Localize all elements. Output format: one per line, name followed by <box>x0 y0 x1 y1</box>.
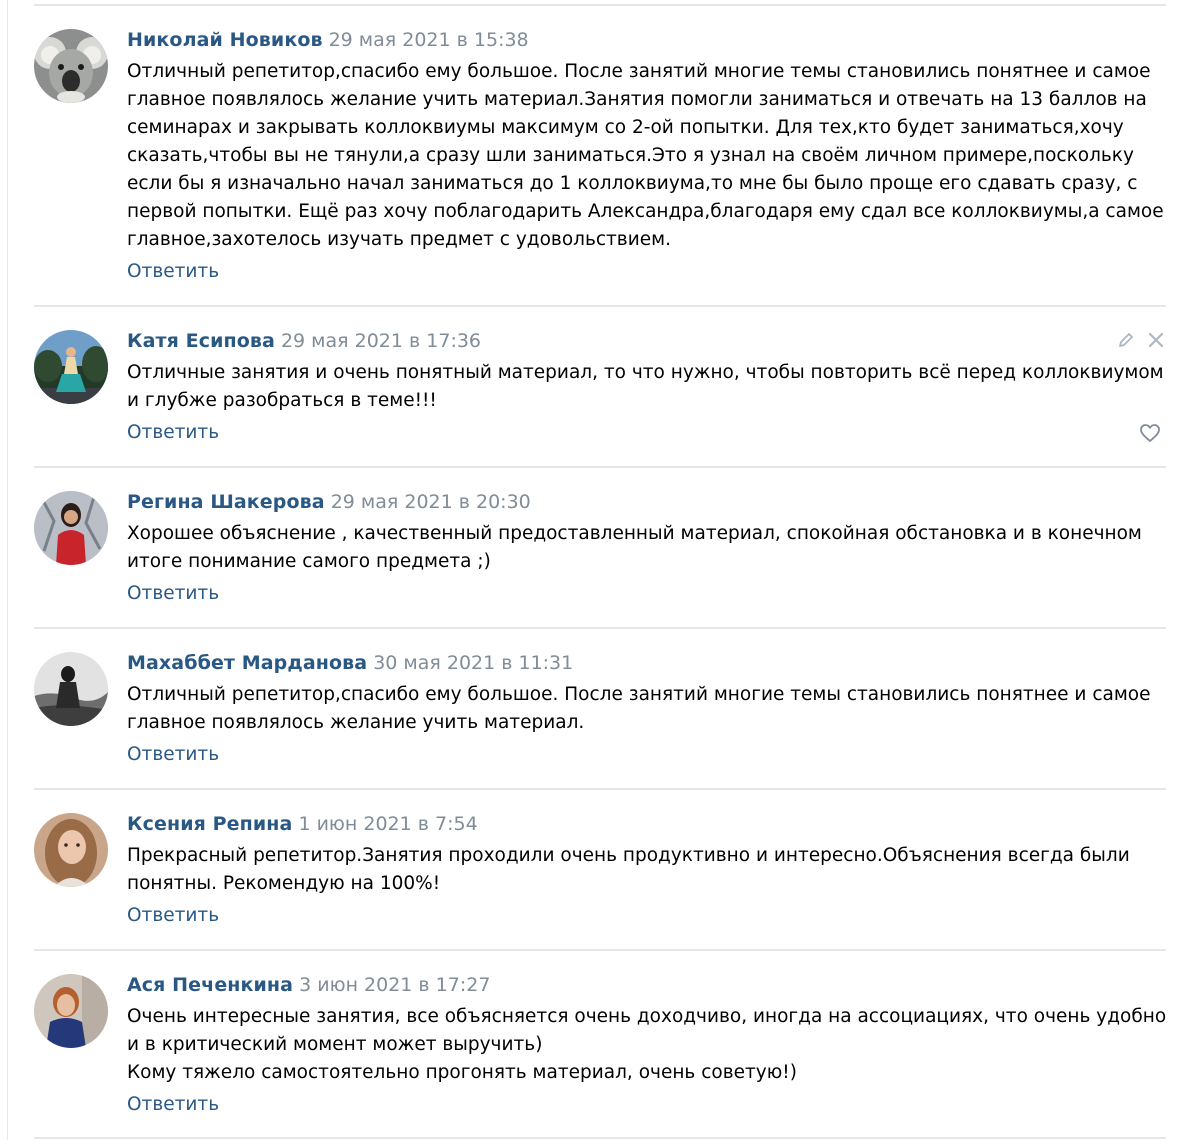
author-name[interactable]: Ксения Репина <box>127 813 292 835</box>
author-name[interactable]: Махаббет Марданова <box>127 652 367 674</box>
comment-text: Прекрасный репетитор.Занятия проходили о… <box>127 845 1136 894</box>
avatar[interactable] <box>34 330 108 404</box>
comment-date[interactable]: 29 мая 2021 в 15:38 <box>329 29 529 51</box>
divider <box>34 949 1166 951</box>
comment-date[interactable]: 29 мая 2021 в 17:36 <box>281 330 481 352</box>
avatar[interactable] <box>34 491 108 565</box>
reply-link[interactable]: Ответить <box>127 582 219 606</box>
divider <box>34 4 1166 6</box>
reply-link[interactable]: Ответить <box>127 421 219 445</box>
comment-header: Ася Печенкина 3 июн 2021 в 17:27 <box>127 973 490 997</box>
comment-header: Махаббет Марданова 30 мая 2021 в 11:31 <box>127 651 573 675</box>
author-name[interactable]: Регина Шакерова <box>127 491 325 513</box>
avatar[interactable] <box>34 974 108 1048</box>
reply-link[interactable]: Ответить <box>127 904 219 928</box>
divider <box>34 1137 1166 1139</box>
reply-link[interactable]: Ответить <box>127 1093 219 1117</box>
comment-header: Николай Новиков 29 мая 2021 в 15:38 <box>127 28 529 52</box>
page-left-border <box>7 0 8 1140</box>
close-icon[interactable] <box>1147 331 1165 349</box>
comment-date[interactable]: 3 июн 2021 в 17:27 <box>299 974 490 996</box>
comment-date[interactable]: 29 мая 2021 в 20:30 <box>331 491 531 513</box>
divider <box>34 627 1166 629</box>
divider <box>34 305 1166 307</box>
heart-icon[interactable] <box>1139 422 1161 444</box>
divider <box>34 466 1166 468</box>
author-name[interactable]: Ася Печенкина <box>127 974 293 996</box>
comment-date[interactable]: 30 мая 2021 в 11:31 <box>373 652 573 674</box>
divider <box>34 788 1166 790</box>
reply-link[interactable]: Ответить <box>127 743 219 767</box>
comment-text: Отличный репетитор,спасибо ему большое. … <box>127 684 1157 733</box>
comment-text: Отличный репетитор,спасибо ему большое. … <box>127 61 1170 250</box>
author-name[interactable]: Николай Новиков <box>127 29 323 51</box>
reply-link[interactable]: Ответить <box>127 260 219 284</box>
comment-text: Хорошее объяснение , качественный предос… <box>127 523 1148 572</box>
avatar[interactable] <box>34 813 108 887</box>
comment-date[interactable]: 1 июн 2021 в 7:54 <box>298 813 477 835</box>
pencil-icon[interactable] <box>1117 331 1135 349</box>
comment-header: Регина Шакерова 29 мая 2021 в 20:30 <box>127 490 531 514</box>
avatar[interactable] <box>34 652 108 726</box>
avatar[interactable] <box>34 29 108 103</box>
comment-header: Ксения Репина 1 июн 2021 в 7:54 <box>127 812 478 836</box>
comment-header: Катя Есипова 29 мая 2021 в 17:36 <box>127 329 481 353</box>
comment-text: Отличные занятия и очень понятный матери… <box>127 362 1170 411</box>
comment-text: Очень интересные занятия, все объясняетс… <box>127 1006 1167 1083</box>
author-name[interactable]: Катя Есипова <box>127 330 275 352</box>
